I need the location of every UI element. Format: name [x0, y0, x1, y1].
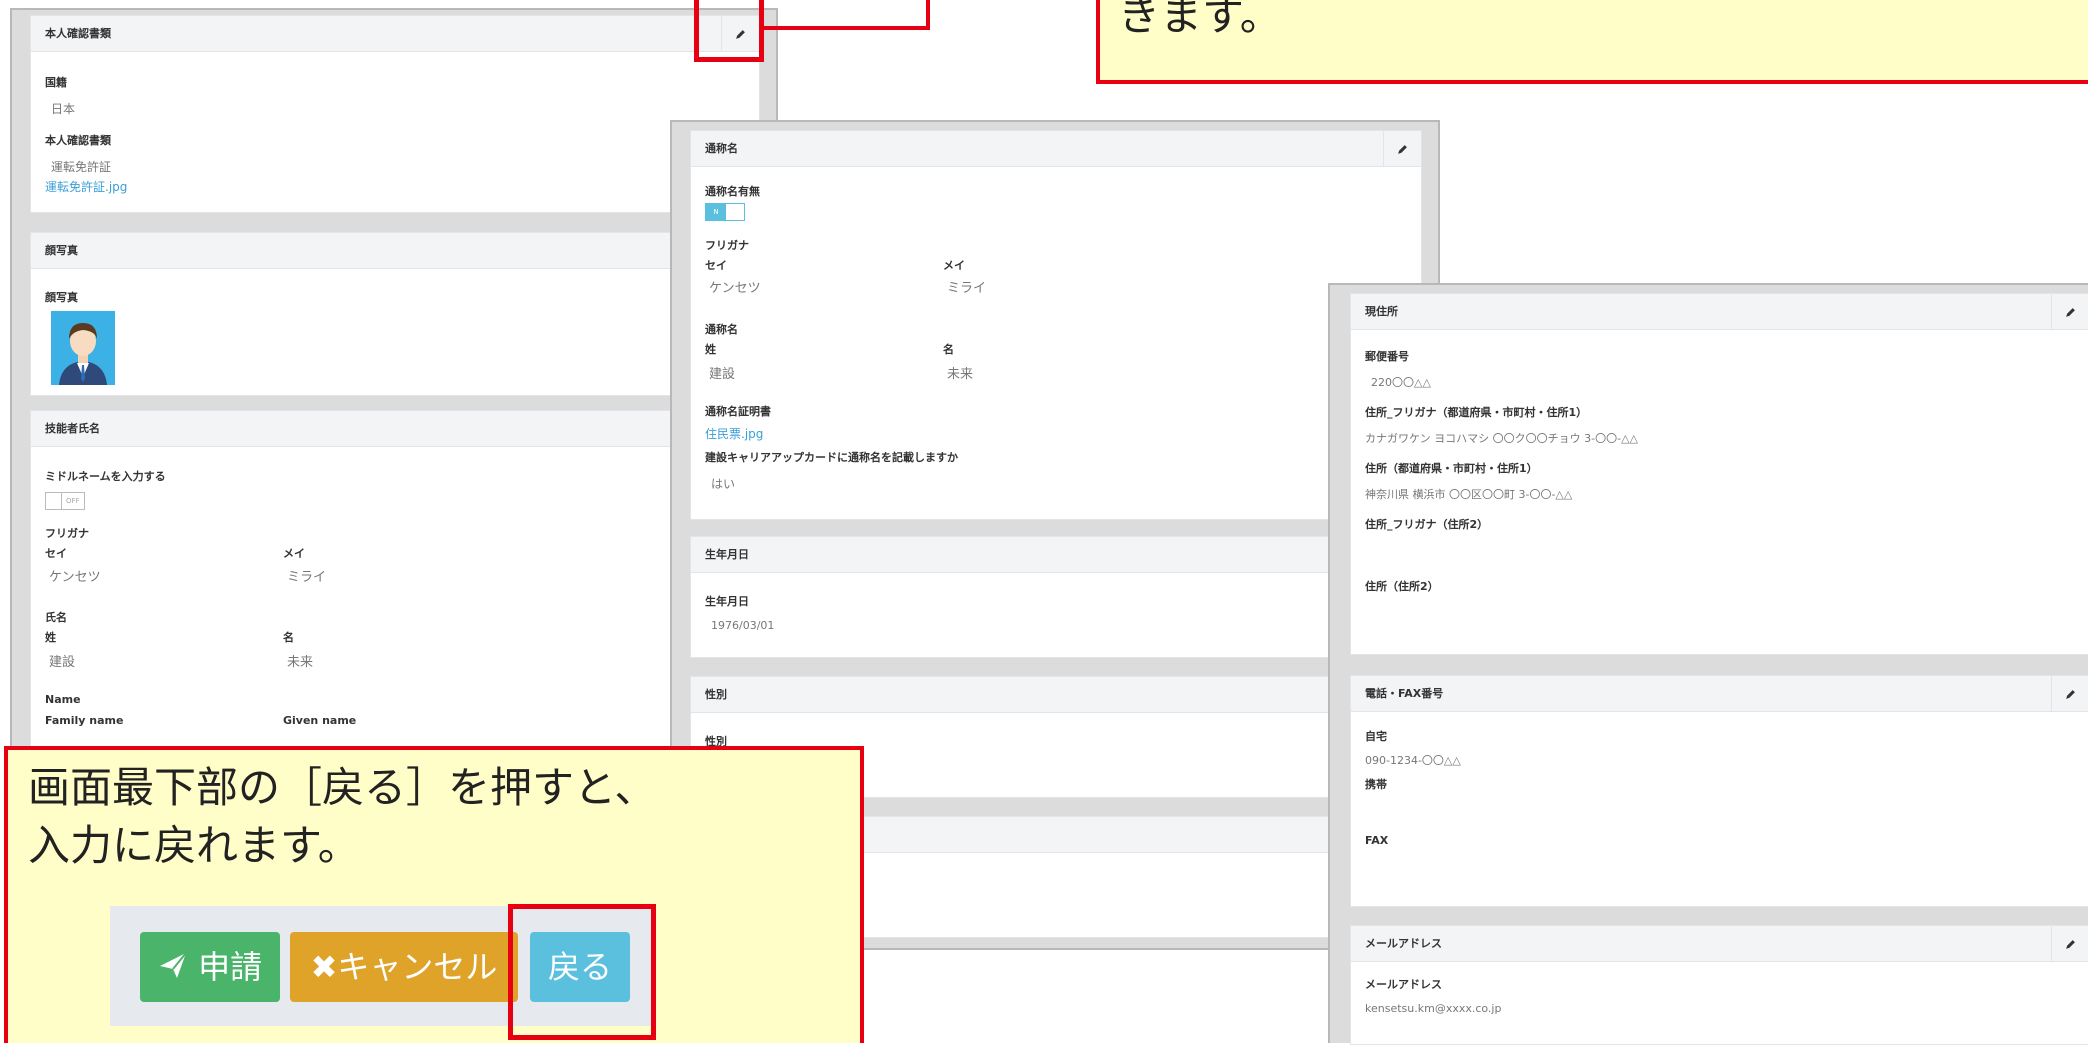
mobile-phone-label: 携帯 [1365, 778, 1387, 791]
close-icon: ✖ [310, 948, 338, 986]
cancel-button[interactable]: ✖キャンセル [290, 932, 518, 1002]
mei-kanji-label: 名 [943, 343, 954, 356]
mei-label: メイ [283, 547, 305, 560]
birthdate-value: 1976/03/01 [711, 619, 775, 632]
panel-email: メールアドレス メールアドレス kensetsu.km@xxxx.co.jp [1350, 925, 2088, 1045]
pencil-icon [1398, 144, 1407, 154]
pencil-icon [2066, 307, 2075, 317]
card-answer-value: はい [711, 477, 736, 491]
apply-label: 申請 [198, 948, 263, 986]
panel-worker-name: 技能者氏名 ミドルネームを入力する OFF フリガナ セイ メイ ケンセツ ミラ… [30, 410, 760, 780]
given-name-label: Given name [283, 714, 357, 727]
cancel-label: キャンセル [337, 948, 498, 986]
nationality-value: 日本 [51, 102, 76, 116]
mei-kanji-label: 名 [283, 631, 294, 644]
alias-has-label: 通称名有無 [705, 185, 760, 198]
toggle-off-text: OFF [66, 497, 80, 505]
panel-phone-fax: 電話・FAX番号 自宅 090-1234-〇〇△△ 携帯 FAX [1350, 675, 2088, 907]
screenshot-left: 本人確認書類 国籍 日本 本人確認書類 運転免許証 運転免許証.jpg 顔写真 … [10, 8, 778, 780]
email-value: kensetsu.km@xxxx.co.jp [1365, 1002, 1502, 1015]
id-doc-value: 運転免許証 [51, 160, 112, 174]
highlight-connector [764, 0, 930, 30]
edit-button[interactable] [2051, 676, 2088, 712]
card-question-label: 建設キャリアアップカードに通称名を記載しますか [705, 451, 958, 464]
mei-kanji-value: 未来 [947, 367, 974, 382]
face-photo-label: 顔写真 [45, 291, 78, 304]
address-kana-value: カナガワケン ヨコハマシ 〇〇ク〇〇チョウ 3-〇〇-△△ [1365, 432, 1639, 445]
toggle-knob [46, 493, 62, 509]
panel-title: 現住所 [1351, 294, 2088, 330]
apply-button[interactable]: 申請 [140, 932, 280, 1002]
panel-title: 性別 [691, 677, 1421, 713]
id-doc-file-link[interactable]: 運転免許証.jpg [45, 178, 127, 195]
birthdate-label: 生年月日 [705, 595, 749, 608]
nationality-label: 国籍 [45, 76, 67, 89]
middle-name-label: ミドルネームを入力する [45, 470, 166, 483]
mei-label: メイ [943, 259, 965, 272]
panel-title: 電話・FAX番号 [1351, 676, 2088, 712]
face-photo-image [51, 311, 115, 385]
panel-title: 生年月日 [691, 537, 1421, 573]
panel-title: メールアドレス [1351, 926, 2088, 962]
callout-bottom-line1: 画面最下部の［戻る］を押すと、 [28, 763, 657, 812]
sei-label: セイ [705, 259, 727, 272]
address-kana-label: 住所_フリガナ（都道府県・市町村・住所1） [1365, 406, 1588, 419]
zip-value: 220〇〇△△ [1371, 376, 1431, 389]
sei-kanji-value: 建設 [709, 367, 736, 382]
alias-name-label: 通称名 [705, 323, 738, 336]
panel-address: 現住所 郵便番号 220〇〇△△ 住所_フリガナ（都道府県・市町村・住所1） カ… [1350, 293, 2088, 655]
id-doc-label: 本人確認書類 [45, 134, 111, 147]
sei-kanji-label: 姓 [705, 343, 716, 356]
panel-alias: 通称名 通称名有無 N フリガナ セイ メイ ケンセツ ミライ 通称名 姓 名 … [690, 130, 1422, 520]
sei-kanji-value: 建設 [49, 655, 76, 670]
sei-value: ケンセツ [49, 570, 101, 585]
panel-birthdate: 生年月日 生年月日 1976/03/01 [690, 536, 1422, 658]
callout-top-text: きます。 [1118, 0, 1282, 40]
edit-button[interactable] [2051, 926, 2088, 962]
address2-kana-label: 住所_フリガナ（住所2） [1365, 518, 1489, 531]
callout-bottom: 画面最下部の［戻る］を押すと、 入力に戻れます。 申請 ✖キャンセル 戻る [4, 746, 864, 1043]
family-name-label: Family name [45, 714, 124, 727]
send-icon [158, 934, 188, 1004]
home-phone-value: 090-1234-〇〇△△ [1365, 754, 1461, 767]
highlight-edit-button [694, 0, 764, 62]
alias-cert-label: 通称名証明書 [705, 405, 771, 418]
sei-label: セイ [45, 547, 67, 560]
address-value: 神奈川県 横浜市 〇〇区〇〇町 3-〇〇-△△ [1365, 488, 1573, 501]
panel-face-photo: 顔写真 顔写真 [30, 232, 760, 396]
screenshot-right: 現住所 郵便番号 220〇〇△△ 住所_フリガナ（都道府県・市町村・住所1） カ… [1328, 283, 2088, 1045]
middle-name-toggle[interactable]: OFF [45, 492, 85, 510]
edit-button[interactable] [2051, 294, 2088, 330]
email-label: メールアドレス [1365, 978, 1442, 991]
fax-label: FAX [1365, 834, 1389, 847]
toggle-on-text: N [706, 204, 726, 220]
address2-label: 住所（住所2） [1365, 580, 1439, 593]
zip-label: 郵便番号 [1365, 350, 1409, 363]
sei-kanji-label: 姓 [45, 631, 56, 644]
alias-toggle[interactable]: N [705, 203, 745, 221]
panel-title: 顔写真 [31, 233, 759, 269]
alias-cert-file-link[interactable]: 住民票.jpg [705, 425, 763, 442]
name-en-label: Name [45, 693, 81, 706]
pencil-icon [2066, 939, 2075, 949]
highlight-back-button [508, 904, 656, 1040]
mei-value: ミライ [287, 570, 327, 585]
mei-value: ミライ [947, 281, 987, 296]
furigana-label: フリガナ [705, 239, 749, 252]
furigana-label: フリガナ [45, 527, 89, 540]
callout-bottom-line2: 入力に戻れます。 [28, 821, 360, 870]
home-phone-label: 自宅 [1365, 730, 1387, 743]
panel-title: 通称名 [691, 131, 1421, 167]
callout-top: きます。 [1096, 0, 2088, 84]
pencil-icon [2066, 689, 2075, 699]
mei-kanji-value: 未来 [287, 655, 314, 670]
shimei-label: 氏名 [45, 611, 67, 624]
address-label: 住所（都道府県・市町村・住所1） [1365, 462, 1538, 475]
panel-title: 技能者氏名 [31, 411, 759, 447]
edit-button[interactable] [1383, 131, 1421, 167]
panel-id-documents: 本人確認書類 国籍 日本 本人確認書類 運転免許証 運転免許証.jpg [30, 15, 760, 213]
panel-title: 本人確認書類 [31, 16, 759, 52]
sei-value: ケンセツ [709, 281, 761, 296]
